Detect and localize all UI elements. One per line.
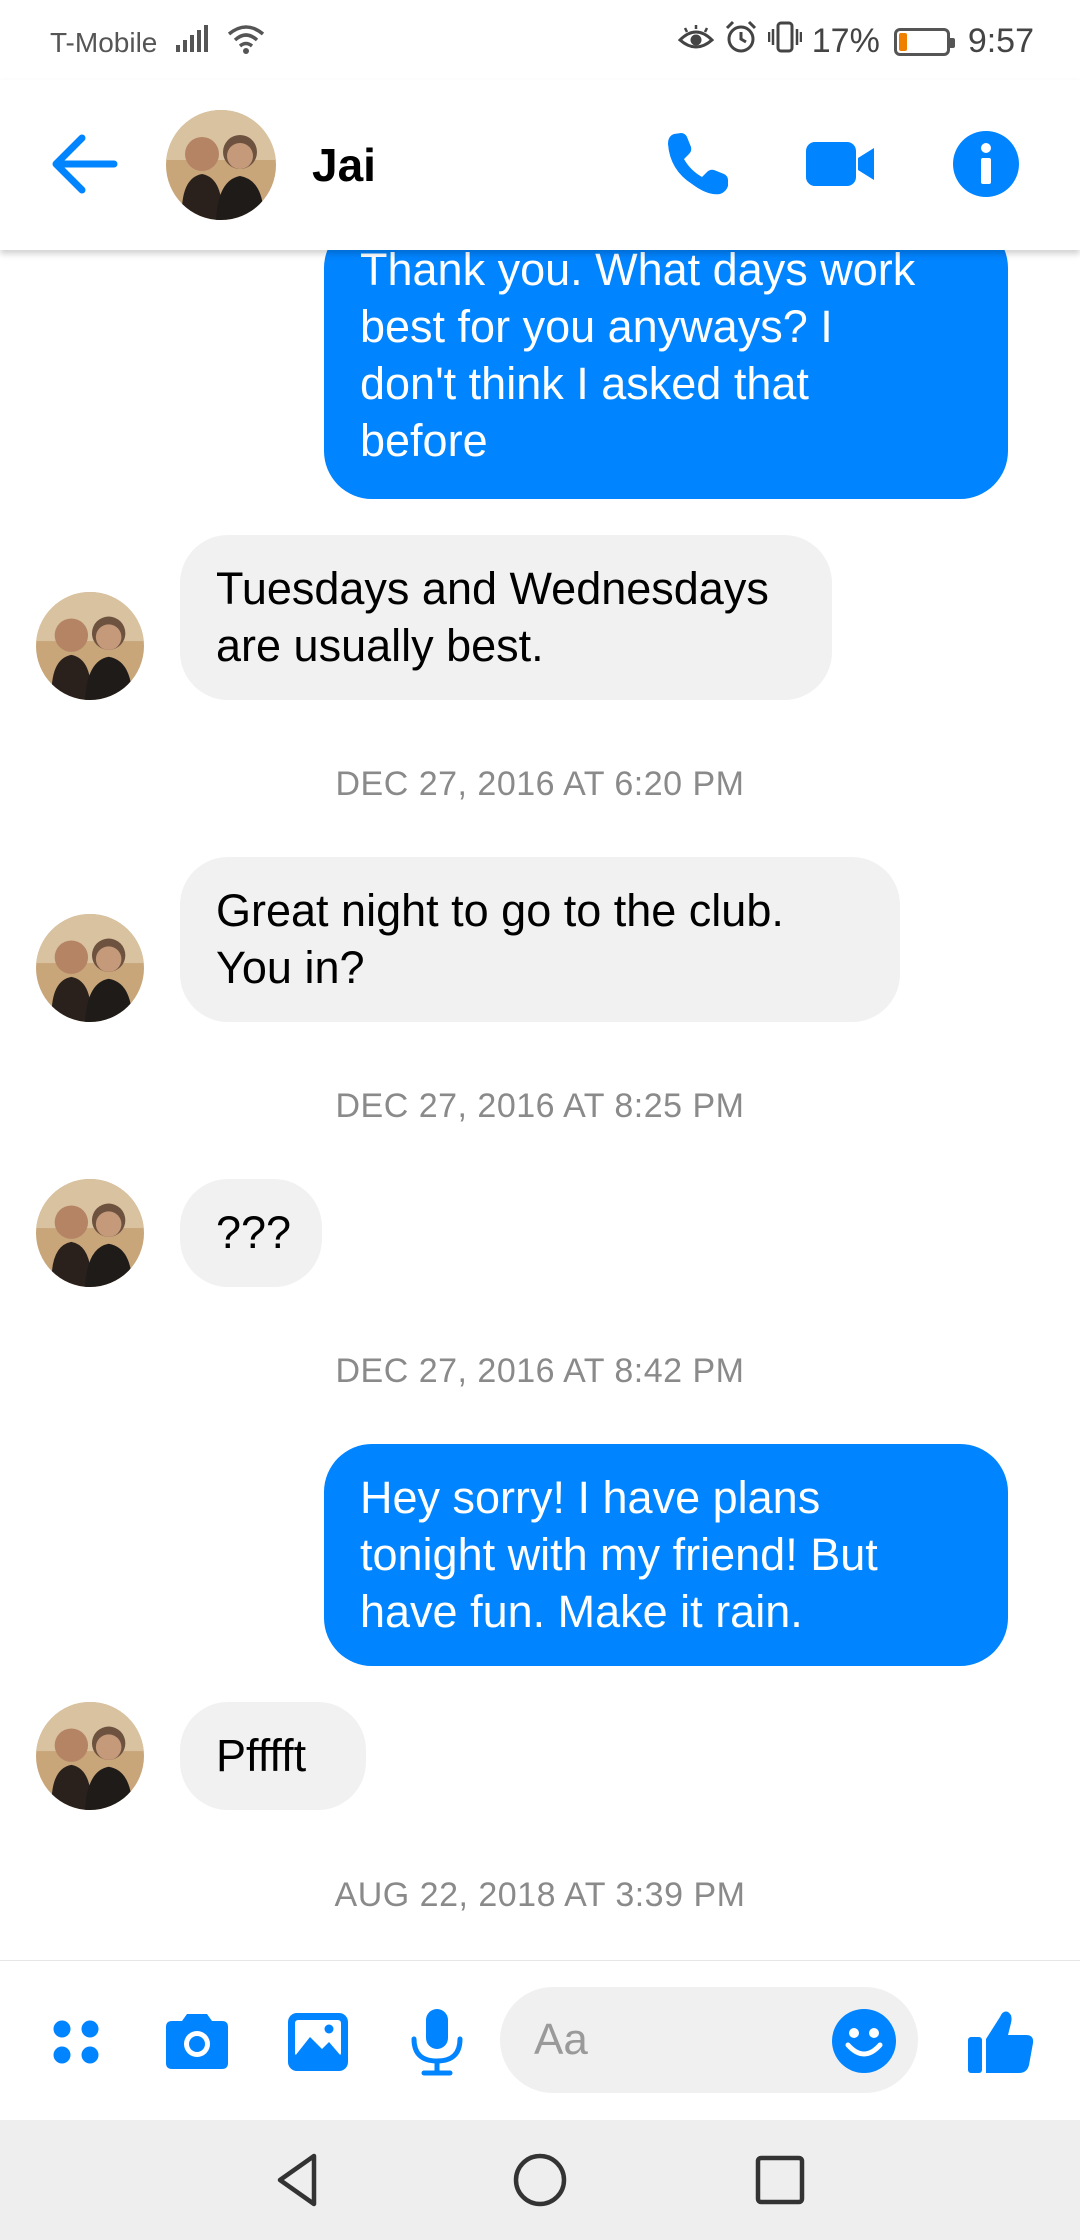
battery-icon (893, 27, 955, 56)
avatar[interactable] (36, 1179, 144, 1287)
message-line: ??? (216, 1207, 292, 1258)
message-line: Tuesdays and Wednesdays (216, 563, 769, 614)
camera-icon (166, 2014, 228, 2069)
info-icon (953, 131, 1019, 197)
avatar-photo-icon (36, 914, 144, 1022)
avatar-photo-icon (36, 1702, 144, 1810)
message-input-field[interactable] (500, 1987, 918, 2093)
message-line: Great night to go to the club. (216, 885, 784, 936)
message-line: don't think I asked that (360, 358, 809, 409)
system-navigation-bar (0, 2120, 1080, 2240)
message-bubble-incoming[interactable]: Pfffft (180, 1702, 366, 1810)
video-camera-icon (806, 142, 874, 186)
avatar[interactable] (36, 592, 144, 700)
message-bubble-incoming[interactable]: Tuesdays and Wednesdays are usually best… (180, 535, 832, 700)
gallery-icon (288, 2013, 348, 2071)
message-input[interactable] (534, 2011, 794, 2069)
status-bar-right: 17% 9:57 (677, 20, 1034, 63)
microphone-icon (411, 2009, 463, 2076)
message-bubble-incoming[interactable]: Great night to go to the club. You in? (180, 857, 900, 1022)
home-circle-icon (513, 2153, 567, 2207)
eye-comfort-icon (677, 22, 714, 61)
message-line: tonight with my friend! But (360, 1529, 878, 1580)
emoji-icon (832, 2009, 896, 2073)
avatar-photo-icon (166, 110, 276, 220)
contact-avatar[interactable] (166, 110, 276, 220)
message-line: best for you anyways? I (360, 301, 833, 352)
thumbs-up-icon (968, 2011, 1034, 2073)
message-line: Hey sorry! I have plans (360, 1472, 821, 1523)
apps-grid-icon (53, 2020, 99, 2064)
status-time: 9:57 (967, 22, 1034, 60)
voice-message-button[interactable] (400, 2005, 474, 2079)
contact-name[interactable]: Jai (312, 138, 376, 192)
back-button[interactable] (48, 132, 118, 196)
battery-level-fill (898, 32, 908, 51)
voice-call-button[interactable] (660, 126, 736, 202)
nav-home-button[interactable] (508, 2148, 572, 2212)
nav-recents-button[interactable] (748, 2148, 812, 2212)
status-bar: T-Mobile 17% 9:57 (0, 0, 1080, 80)
more-actions-button[interactable] (42, 2005, 116, 2079)
messenger-screen: T-Mobile 17% 9:57 Jai Thank you. What da… (0, 0, 1080, 2240)
phone-icon (668, 133, 728, 195)
back-arrow-icon (52, 134, 118, 194)
gallery-button[interactable] (282, 2005, 356, 2079)
camera-button[interactable] (160, 2005, 234, 2079)
timestamp: DEC 27, 2016 AT 6:20 PM (335, 765, 745, 803)
message-line: before (360, 415, 488, 466)
message-line: Pfffft (216, 1730, 307, 1781)
message-line: You in? (216, 942, 365, 993)
avatar-photo-icon (36, 592, 144, 700)
message-line: Thank you. What days work (360, 250, 916, 295)
wifi-icon (227, 24, 265, 61)
recents-square-icon (755, 2155, 805, 2205)
nav-back-button[interactable] (268, 2148, 332, 2212)
emoji-button[interactable] (830, 2007, 898, 2075)
message-composer (0, 1960, 1080, 2120)
signal-icon (175, 25, 209, 60)
message-bubble-outgoing[interactable]: Thank you. What days work best for you a… (324, 250, 1008, 499)
avatar[interactable] (36, 1702, 144, 1810)
timestamp: AUG 22, 2018 AT 3:39 PM (334, 1876, 746, 1914)
message-bubble-incoming[interactable]: ??? (180, 1179, 322, 1287)
status-bar-left: T-Mobile (50, 24, 265, 61)
like-button[interactable] (964, 2005, 1038, 2079)
message-list[interactable]: Thank you. What days work best for you a… (0, 250, 1080, 1960)
carrier-name: T-Mobile (50, 26, 158, 58)
timestamp: DEC 27, 2016 AT 8:25 PM (335, 1087, 745, 1125)
conversation-info-button[interactable] (948, 126, 1024, 202)
message-line: have fun. Make it rain. (360, 1586, 803, 1637)
avatar-photo-icon (36, 1179, 144, 1287)
conversation-header: Jai (0, 80, 1080, 250)
message-bubble-outgoing[interactable]: Hey sorry! I have plans tonight with my … (324, 1444, 1008, 1666)
alarm-icon (724, 20, 758, 63)
message-line: are usually best. (216, 620, 544, 671)
battery-percent: 17% (811, 22, 880, 60)
avatar[interactable] (36, 914, 144, 1022)
back-triangle-icon (277, 2153, 317, 2207)
vibrate-icon (767, 21, 802, 62)
video-call-button[interactable] (802, 126, 878, 202)
timestamp: DEC 27, 2016 AT 8:42 PM (335, 1352, 745, 1390)
